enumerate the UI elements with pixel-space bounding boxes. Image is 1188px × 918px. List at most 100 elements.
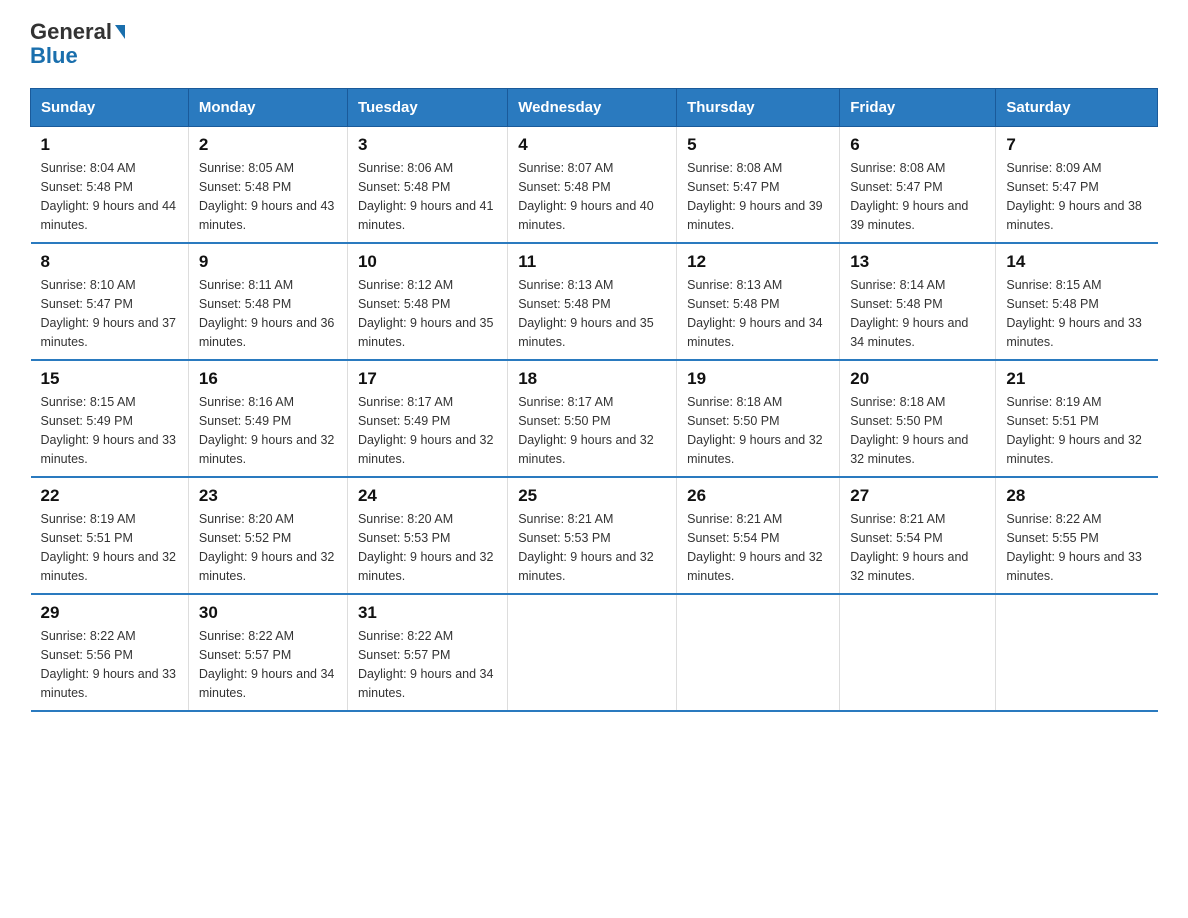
day-number: 14 <box>1006 252 1147 272</box>
calendar-cell: 4Sunrise: 8:07 AMSunset: 5:48 PMDaylight… <box>508 127 677 244</box>
calendar-cell: 30 Sunrise: 8:22 AMSunset: 5:57 PMDayligh… <box>188 594 347 711</box>
calendar-cell: 28 Sunrise: 8:22 AMSunset: 5:55 PMDayligh… <box>996 477 1158 594</box>
day-info: Sunrise: 8:17 AMSunset: 5:50 PMDaylight:… <box>518 393 666 468</box>
calendar-cell: 5 Sunrise: 8:08 AMSunset: 5:47 PMDaylight… <box>677 127 840 244</box>
day-number: 25 <box>518 486 666 506</box>
calendar-cell: 25 Sunrise: 8:21 AMSunset: 5:53 PMDayligh… <box>508 477 677 594</box>
calendar-cell: 20 Sunrise: 8:18 AMSunset: 5:50 PMDayligh… <box>840 360 996 477</box>
weekday-header-saturday: Saturday <box>996 89 1158 127</box>
day-number: 19 <box>687 369 829 389</box>
calendar-cell: 26 Sunrise: 8:21 AMSunset: 5:54 PMDayligh… <box>677 477 840 594</box>
day-info: Sunrise: 8:19 AMSunset: 5:51 PMDaylight:… <box>1006 393 1147 468</box>
calendar-cell: 29 Sunrise: 8:22 AMSunset: 5:56 PMDayligh… <box>31 594 189 711</box>
day-number: 2 <box>199 135 337 155</box>
day-number: 27 <box>850 486 985 506</box>
day-number: 17 <box>358 369 497 389</box>
day-info: Sunrise: 8:17 AMSunset: 5:49 PMDaylight:… <box>358 393 497 468</box>
day-info: Sunrise: 8:13 AMSunset: 5:48 PMDaylight:… <box>518 276 666 351</box>
calendar-cell: 15Sunrise: 8:15 AMSunset: 5:49 PMDayligh… <box>31 360 189 477</box>
day-number: 24 <box>358 486 497 506</box>
calendar-cell <box>508 594 677 711</box>
day-number: 26 <box>687 486 829 506</box>
day-info: Sunrise: 8:20 AMSunset: 5:52 PMDaylight:… <box>199 510 337 585</box>
day-info: Sunrise: 8:19 AMSunset: 5:51 PMDaylight:… <box>41 510 178 585</box>
day-number: 29 <box>41 603 178 623</box>
calendar-cell: 11 Sunrise: 8:13 AMSunset: 5:48 PMDayligh… <box>508 243 677 360</box>
calendar-cell: 7Sunrise: 8:09 AMSunset: 5:47 PMDaylight… <box>996 127 1158 244</box>
day-number: 30 <box>199 603 337 623</box>
day-number: 1 <box>41 135 178 155</box>
calendar-cell <box>677 594 840 711</box>
calendar-cell: 27Sunrise: 8:21 AMSunset: 5:54 PMDayligh… <box>840 477 996 594</box>
calendar-cell: 17 Sunrise: 8:17 AMSunset: 5:49 PMDayligh… <box>347 360 507 477</box>
day-number: 6 <box>850 135 985 155</box>
logo: General Blue <box>30 20 125 68</box>
weekday-header-tuesday: Tuesday <box>347 89 507 127</box>
day-info: Sunrise: 8:21 AMSunset: 5:53 PMDaylight:… <box>518 510 666 585</box>
day-info: Sunrise: 8:05 AMSunset: 5:48 PMDaylight:… <box>199 159 337 234</box>
day-info: Sunrise: 8:18 AMSunset: 5:50 PMDaylight:… <box>687 393 829 468</box>
weekday-header-thursday: Thursday <box>677 89 840 127</box>
day-info: Sunrise: 8:12 AMSunset: 5:48 PMDaylight:… <box>358 276 497 351</box>
calendar-cell: 6 Sunrise: 8:08 AMSunset: 5:47 PMDaylight… <box>840 127 996 244</box>
day-number: 22 <box>41 486 178 506</box>
day-info: Sunrise: 8:20 AMSunset: 5:53 PMDaylight:… <box>358 510 497 585</box>
day-number: 9 <box>199 252 337 272</box>
calendar-cell <box>840 594 996 711</box>
day-info: Sunrise: 8:04 AMSunset: 5:48 PMDaylight:… <box>41 159 178 234</box>
calendar-cell: 13 Sunrise: 8:14 AMSunset: 5:48 PMDayligh… <box>840 243 996 360</box>
calendar-cell: 19 Sunrise: 8:18 AMSunset: 5:50 PMDayligh… <box>677 360 840 477</box>
weekday-header-sunday: Sunday <box>31 89 189 127</box>
calendar-cell <box>996 594 1158 711</box>
calendar-cell: 12 Sunrise: 8:13 AMSunset: 5:48 PMDayligh… <box>677 243 840 360</box>
day-info: Sunrise: 8:06 AMSunset: 5:48 PMDaylight:… <box>358 159 497 234</box>
day-info: Sunrise: 8:22 AMSunset: 5:57 PMDaylight:… <box>199 627 337 702</box>
day-number: 23 <box>199 486 337 506</box>
day-info: Sunrise: 8:14 AMSunset: 5:48 PMDaylight:… <box>850 276 985 351</box>
calendar-week-row: 29 Sunrise: 8:22 AMSunset: 5:56 PMDayligh… <box>31 594 1158 711</box>
day-number: 18 <box>518 369 666 389</box>
calendar-week-row: 8 Sunrise: 8:10 AMSunset: 5:47 PMDaylight… <box>31 243 1158 360</box>
day-info: Sunrise: 8:18 AMSunset: 5:50 PMDaylight:… <box>850 393 985 468</box>
day-number: 8 <box>41 252 178 272</box>
day-number: 13 <box>850 252 985 272</box>
day-number: 5 <box>687 135 829 155</box>
calendar-cell: 21 Sunrise: 8:19 AMSunset: 5:51 PMDayligh… <box>996 360 1158 477</box>
logo-triangle-icon <box>115 25 125 39</box>
day-info: Sunrise: 8:08 AMSunset: 5:47 PMDaylight:… <box>687 159 829 234</box>
weekday-header-row: SundayMondayTuesdayWednesdayThursdayFrid… <box>31 89 1158 127</box>
calendar-cell: 3 Sunrise: 8:06 AMSunset: 5:48 PMDaylight… <box>347 127 507 244</box>
day-info: Sunrise: 8:16 AMSunset: 5:49 PMDaylight:… <box>199 393 337 468</box>
day-number: 12 <box>687 252 829 272</box>
logo-general: General <box>30 20 112 44</box>
calendar-week-row: 15Sunrise: 8:15 AMSunset: 5:49 PMDayligh… <box>31 360 1158 477</box>
day-number: 10 <box>358 252 497 272</box>
day-number: 28 <box>1006 486 1147 506</box>
calendar-cell: 10 Sunrise: 8:12 AMSunset: 5:48 PMDayligh… <box>347 243 507 360</box>
day-info: Sunrise: 8:21 AMSunset: 5:54 PMDaylight:… <box>687 510 829 585</box>
day-number: 15 <box>41 369 178 389</box>
calendar-cell: 2 Sunrise: 8:05 AMSunset: 5:48 PMDaylight… <box>188 127 347 244</box>
calendar-cell: 9Sunrise: 8:11 AMSunset: 5:48 PMDaylight… <box>188 243 347 360</box>
day-number: 11 <box>518 252 666 272</box>
calendar-cell: 24 Sunrise: 8:20 AMSunset: 5:53 PMDayligh… <box>347 477 507 594</box>
day-info: Sunrise: 8:09 AMSunset: 5:47 PMDaylight:… <box>1006 159 1147 234</box>
day-info: Sunrise: 8:15 AMSunset: 5:48 PMDaylight:… <box>1006 276 1147 351</box>
day-number: 3 <box>358 135 497 155</box>
day-info: Sunrise: 8:22 AMSunset: 5:55 PMDaylight:… <box>1006 510 1147 585</box>
calendar-cell: 8 Sunrise: 8:10 AMSunset: 5:47 PMDaylight… <box>31 243 189 360</box>
day-info: Sunrise: 8:10 AMSunset: 5:47 PMDaylight:… <box>41 276 178 351</box>
day-info: Sunrise: 8:22 AMSunset: 5:56 PMDaylight:… <box>41 627 178 702</box>
weekday-header-friday: Friday <box>840 89 996 127</box>
day-info: Sunrise: 8:22 AMSunset: 5:57 PMDaylight:… <box>358 627 497 702</box>
day-number: 16 <box>199 369 337 389</box>
calendar-cell: 18 Sunrise: 8:17 AMSunset: 5:50 PMDayligh… <box>508 360 677 477</box>
weekday-header-wednesday: Wednesday <box>508 89 677 127</box>
calendar-cell: 1 Sunrise: 8:04 AMSunset: 5:48 PMDaylight… <box>31 127 189 244</box>
day-info: Sunrise: 8:08 AMSunset: 5:47 PMDaylight:… <box>850 159 985 234</box>
day-number: 20 <box>850 369 985 389</box>
calendar-cell: 22 Sunrise: 8:19 AMSunset: 5:51 PMDayligh… <box>31 477 189 594</box>
day-number: 21 <box>1006 369 1147 389</box>
weekday-header-monday: Monday <box>188 89 347 127</box>
day-info: Sunrise: 8:13 AMSunset: 5:48 PMDaylight:… <box>687 276 829 351</box>
